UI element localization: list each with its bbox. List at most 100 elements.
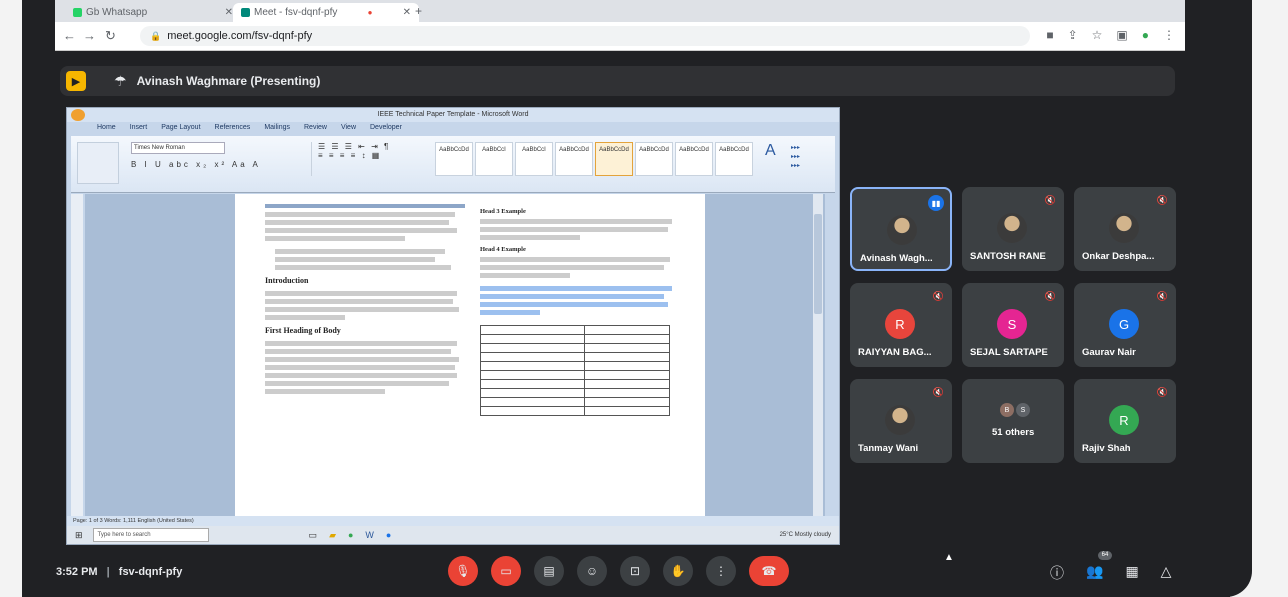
text-line: [265, 365, 455, 370]
mic-muted-icon: 🔇: [1156, 195, 1168, 205]
mic-off-button[interactable]: 🎙: [448, 556, 478, 586]
participant-name: Tanmay Wani: [858, 443, 919, 454]
camera-off-button[interactable]: ▭: [491, 556, 521, 586]
word-ribbon: Times New Roman B I U abc x₂ x² Aa A ☰ ☰…: [71, 136, 835, 193]
ribbon-tab: Home: [97, 124, 116, 131]
activities-icon[interactable]: △: [1161, 563, 1172, 583]
text-line: [265, 307, 459, 312]
text-line: [480, 273, 570, 278]
mouse-cursor: ▲: [944, 552, 954, 563]
lock-icon: 🔒: [150, 30, 162, 41]
end-call-button[interactable]: ☎: [749, 556, 789, 586]
avatar: R: [885, 309, 915, 339]
share-icon[interactable]: ⇪: [1068, 28, 1078, 42]
camera-permission-icon[interactable]: ■: [1046, 28, 1053, 42]
vertical-ruler: [71, 194, 83, 516]
participant-tile[interactable]: S SEJAL SARTAPE 🔇: [962, 283, 1064, 367]
style-tile: AaBbCcI: [475, 142, 513, 176]
link-line: [480, 286, 672, 291]
highlighted-text: [265, 204, 465, 208]
participant-name: RAIYYAN BAG...: [858, 347, 932, 358]
url-text: meet.google.com/fsv-dqnf-pfy: [167, 30, 313, 42]
bookmark-star-icon[interactable]: ☆: [1092, 28, 1103, 42]
mic-muted-icon: 🔇: [932, 387, 944, 397]
more-vert-icon: ⋮: [715, 564, 727, 578]
close-icon[interactable]: ✕: [403, 7, 411, 18]
document-area: Introduction First Heading of Body Head …: [85, 194, 825, 516]
font-name-box: Times New Roman: [131, 142, 225, 154]
menu-icon[interactable]: ⋮: [1163, 28, 1175, 42]
call-controls: 🎙 ▭ ▤ ☺ ⊡ ✋ ⋮ ☎: [448, 556, 789, 586]
word-title-bar: IEEE Technical Paper Template - Microsof…: [67, 108, 839, 122]
style-tile: AaBbCcDd: [595, 142, 633, 176]
avatar: G: [1109, 309, 1139, 339]
avatar: R: [1109, 405, 1139, 435]
link-line: [480, 294, 664, 299]
avatar: [1109, 213, 1139, 243]
text-line: [480, 265, 664, 270]
presenting-bar: ▶ ☂ Avinash Waghmare (Presenting): [60, 66, 1175, 96]
side-panel-controls: ⓘ 👥 ▦ △: [1050, 563, 1171, 583]
emoji-button[interactable]: ☺: [577, 556, 607, 586]
raise-hand-button[interactable]: ✋: [663, 556, 693, 586]
new-tab-icon[interactable]: +: [415, 4, 422, 18]
reload-icon[interactable]: ↻: [105, 28, 116, 44]
style-tile: AaBbCcDd: [435, 142, 473, 176]
emoji-icon: ☺: [585, 564, 599, 578]
end-call-icon: ☎: [761, 564, 777, 578]
captions-button[interactable]: ▤: [534, 556, 564, 586]
link-line: [480, 310, 540, 315]
participant-tile[interactable]: R RAIYYAN BAG... 🔇: [850, 283, 952, 367]
chat-icon[interactable]: ▦: [1125, 563, 1138, 583]
participant-tile[interactable]: Onkar Deshpa... 🔇: [1074, 187, 1176, 271]
participant-tile[interactable]: Tanmay Wani 🔇: [850, 379, 952, 463]
back-icon[interactable]: ←: [63, 28, 76, 43]
ribbon-tab: Mailings: [264, 124, 290, 131]
edge-icon: ●: [385, 529, 392, 540]
present-button[interactable]: ⊡: [620, 556, 650, 586]
browser-tab-meet[interactable]: Meet - fsv-dqnf-pfy ● ✕: [233, 3, 419, 22]
meeting-info: 3:52 PM | fsv-dqnf-pfy: [56, 566, 182, 578]
style-tile: AaBbCcDd: [715, 142, 753, 176]
taskbar-weather: 25°C Mostly cloudy: [779, 532, 831, 538]
participant-tile[interactable]: Avinash Wagh... ▮▮: [850, 187, 952, 271]
folder-icon: ▰: [329, 529, 336, 540]
participant-name: SEJAL SARTAPE: [970, 347, 1048, 358]
speaking-indicator-icon: ▮▮: [928, 195, 944, 211]
people-icon[interactable]: 👥: [1086, 563, 1103, 583]
participant-name: Onkar Deshpa...: [1082, 251, 1155, 262]
avatar: [997, 213, 1027, 243]
paragraph-group: ☰ ☰ ☰ ⇤ ⇥ ¶ ≡ ≡ ≡ ≡ ↕ ▦: [311, 142, 428, 176]
participant-tile[interactable]: G Gaurav Nair 🔇: [1074, 283, 1176, 367]
browser-tab-whatsapp[interactable]: Gb Whatsapp ✕: [65, 3, 241, 22]
participant-name: Rajiv Shah: [1082, 443, 1131, 454]
chrome-icon: ●: [347, 529, 354, 540]
avatar: S: [997, 309, 1027, 339]
others-avatars: BS: [1000, 403, 1030, 417]
camera-off-icon: ▭: [500, 564, 512, 578]
extensions-icon[interactable]: ▣: [1116, 28, 1127, 42]
meeting-code: fsv-dqnf-pfy: [118, 566, 183, 578]
text-line: [480, 235, 580, 240]
address-bar[interactable]: 🔒 meet.google.com/fsv-dqnf-pfy: [140, 26, 1030, 46]
forward-icon[interactable]: →: [83, 28, 96, 43]
mic-muted-icon: 🔇: [1044, 291, 1056, 301]
participant-name: 51 others: [992, 427, 1035, 438]
participant-tile[interactable]: R Rajiv Shah 🔇: [1074, 379, 1176, 463]
meet-icon: [241, 8, 250, 17]
doc-column-right: Head 3 Example Head 4 Example: [480, 204, 680, 416]
tab-label: Meet - fsv-dqnf-pfy: [254, 7, 338, 18]
text-line: [265, 349, 451, 354]
participant-tile[interactable]: B S 51 others: [962, 379, 1064, 463]
info-icon[interactable]: ⓘ: [1050, 563, 1064, 583]
participant-tile[interactable]: SANTOSH RANE 🔇: [962, 187, 1064, 271]
profile-avatar[interactable]: ●: [1142, 28, 1149, 42]
close-icon[interactable]: ✕: [225, 7, 233, 18]
present-icon: ⊡: [629, 564, 641, 578]
text-line: [265, 357, 459, 362]
doc-heading-introduction: Introduction: [265, 276, 309, 285]
more-options-button[interactable]: ⋮: [706, 556, 736, 586]
meet-logo-icon: ▶: [66, 71, 86, 91]
mic-muted-icon: 🔇: [932, 291, 944, 301]
ribbon-tab: References: [214, 124, 251, 131]
